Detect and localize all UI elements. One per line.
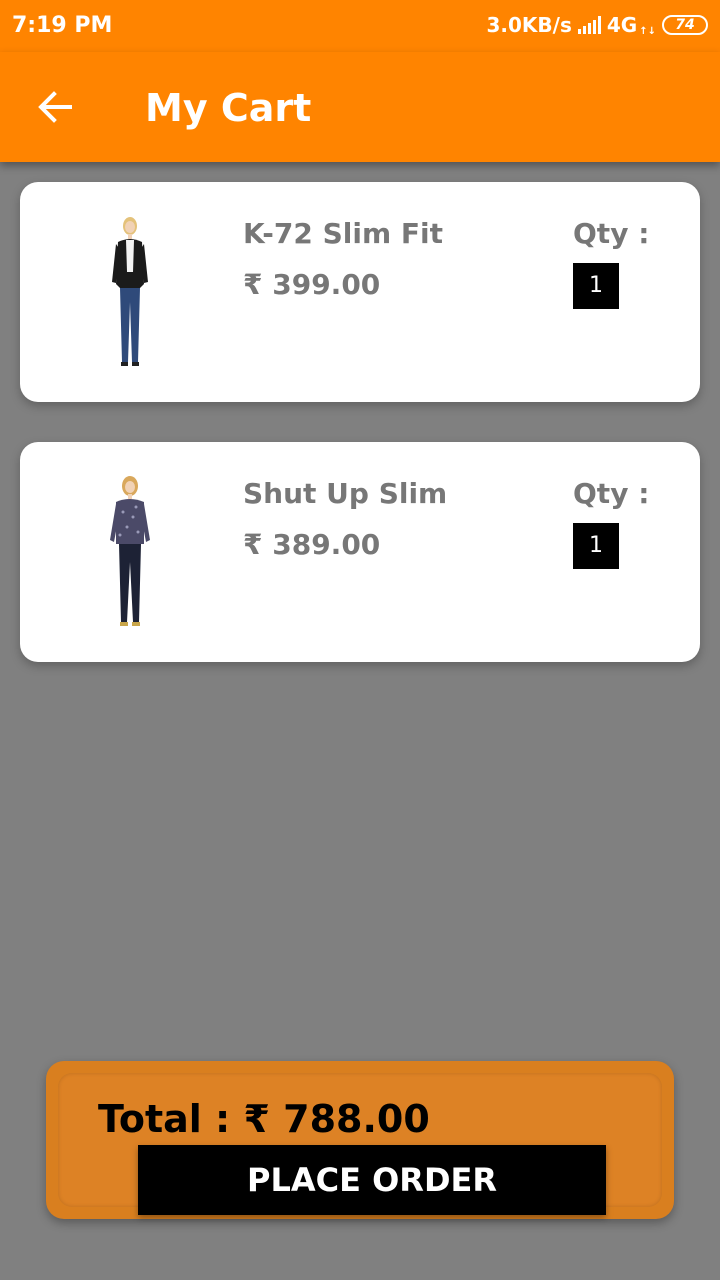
qty-value[interactable]: 1	[573, 263, 619, 309]
product-image	[110, 476, 150, 626]
battery-icon: 74	[662, 15, 708, 35]
status-bar: 7:19 PM 3.0KB/s 4G ↑↓ 74	[0, 0, 720, 52]
network-type: 4G	[606, 13, 638, 37]
product-price: ₹ 389.00	[243, 528, 381, 561]
cart-item[interactable]: K-72 Slim Fit ₹ 399.00 Qty : 1	[20, 182, 700, 402]
qty-value[interactable]: 1	[573, 523, 619, 569]
checkout-panel: Total : ₹ 788.00 PLACE ORDER	[46, 1061, 674, 1219]
status-indicators: 3.0KB/s 4G ↑↓ 74	[486, 13, 708, 37]
network-speed: 3.0KB/s	[486, 13, 572, 37]
qty-label: Qty :	[573, 217, 650, 250]
qty-label: Qty :	[573, 477, 650, 510]
signal-icon	[577, 16, 601, 34]
place-order-button[interactable]: PLACE ORDER	[138, 1145, 606, 1215]
status-time: 7:19 PM	[12, 13, 113, 38]
checkout-panel-inner: Total : ₹ 788.00 PLACE ORDER	[58, 1073, 662, 1215]
app-bar: My Cart	[0, 52, 720, 162]
back-button[interactable]	[34, 85, 78, 129]
product-price: ₹ 399.00	[243, 268, 381, 301]
product-image	[112, 217, 148, 366]
total-amount: Total : ₹ 788.00	[98, 1097, 430, 1141]
product-name: K-72 Slim Fit	[243, 217, 443, 250]
cart-item[interactable]: Shut Up Slim ₹ 389.00 Qty : 1	[20, 442, 700, 662]
data-activity-icon: ↑↓	[639, 26, 656, 37]
page-title: My Cart	[145, 86, 312, 130]
product-name: Shut Up Slim	[243, 477, 448, 510]
arrow-left-icon	[38, 91, 72, 123]
